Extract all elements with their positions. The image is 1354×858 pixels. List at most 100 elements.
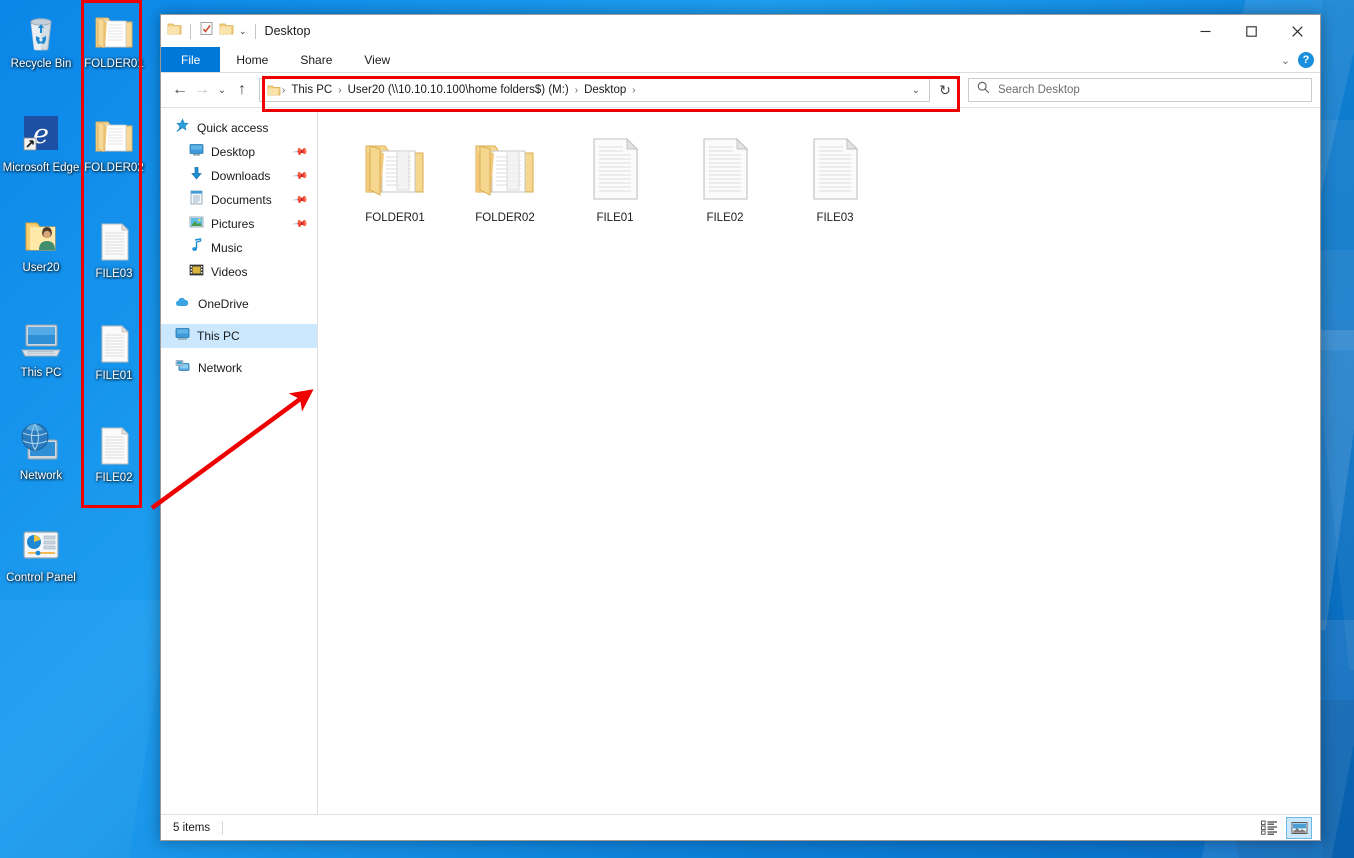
file-icon <box>83 318 145 366</box>
desktop-icon-file03[interactable]: FILE03 <box>83 216 145 281</box>
user-folder-icon <box>2 210 80 258</box>
folder-icon[interactable] <box>167 22 182 41</box>
sidebar-item-this-pc[interactable]: This PC <box>161 324 317 348</box>
file-item-label: FILE01 <box>596 212 634 224</box>
pin-icon[interactable]: 📌 <box>291 168 308 184</box>
tab-share[interactable]: Share <box>284 47 348 72</box>
sidebar-item-quick-access[interactable]: Quick access <box>161 116 317 140</box>
desktop-icon-label: Microsoft Edge <box>2 162 80 174</box>
sidebar-item-network[interactable]: Network <box>161 356 317 380</box>
toolbar-separator <box>190 23 191 39</box>
address-toolbar: ← → ⌄ ↑ › This PC › User20 (\\10.10.10.1… <box>161 73 1320 107</box>
file-item-file01[interactable]: FILE01 <box>560 126 670 228</box>
desktop-icon-label: FOLDER02 <box>84 162 144 174</box>
search-box[interactable] <box>968 78 1312 102</box>
address-bar[interactable]: › This PC › User20 (\\10.10.10.100\home … <box>259 78 930 102</box>
sidebar-item-music[interactable]: Music <box>161 236 317 260</box>
desktop-icon-recycle-bin[interactable]: Recycle Bin <box>2 6 80 71</box>
quick-access-toolbar: ⌄ <box>161 21 259 41</box>
desktop-icon-microsoft-edge[interactable]: e Microsoft Edge <box>2 110 80 175</box>
properties-icon[interactable] <box>199 21 214 41</box>
file-icon <box>83 420 145 468</box>
desktop-icon-user20[interactable]: User20 <box>2 210 80 275</box>
sidebar-item-downloads[interactable]: Downloads 📌 <box>161 164 317 188</box>
breadcrumb-user20[interactable]: User20 (\\10.10.10.100\home folders$) (M… <box>343 84 574 96</box>
desktop-icon-file02[interactable]: FILE02 <box>83 420 145 485</box>
file-item-file03[interactable]: FILE03 <box>780 126 890 228</box>
file-grid: FOLDER01 FOLDER02 FILE01 FILE02 FILE03 <box>340 126 1320 228</box>
breadcrumb-desktop[interactable]: Desktop <box>579 84 631 96</box>
address-dropdown-icon[interactable]: ⌄ <box>905 85 927 96</box>
title-bar[interactable]: ⌄ Desktop <box>161 15 1320 47</box>
breadcrumb: › This PC › User20 (\\10.10.10.100\home … <box>265 84 905 97</box>
refresh-icon: ↻ <box>939 81 951 98</box>
close-button[interactable] <box>1274 15 1320 47</box>
desktop-icon-label: Control Panel <box>6 572 76 584</box>
tab-view[interactable]: View <box>348 47 406 72</box>
desktop-icon-folder01[interactable]: FOLDER01 <box>83 6 145 71</box>
file-list-pane[interactable]: FOLDER01 FOLDER02 FILE01 FILE02 FILE03 <box>318 108 1320 814</box>
desktop-icon-network[interactable]: Network <box>2 418 80 483</box>
desktop-icon-label: FILE01 <box>95 370 133 382</box>
refresh-button[interactable]: ↻ <box>930 78 960 102</box>
file-item-file02[interactable]: FILE02 <box>670 126 780 228</box>
onedrive-icon <box>175 295 191 313</box>
desktop-icon-folder02[interactable]: FOLDER02 <box>83 110 145 175</box>
up-button[interactable]: ↑ <box>231 77 253 103</box>
chevron-down-icon[interactable]: ⌄ <box>1281 54 1290 67</box>
videos-icon <box>189 263 204 282</box>
sidebar-item-label: OneDrive <box>198 297 249 311</box>
desktop-icon-label: FILE02 <box>95 472 133 484</box>
file-icon <box>670 132 780 208</box>
downloads-icon <box>189 166 204 186</box>
sidebar-item-label: Desktop <box>211 145 256 159</box>
large-icons-view-button[interactable] <box>1286 816 1312 839</box>
search-icon <box>977 81 990 99</box>
file-item-label: FOLDER01 <box>365 212 425 224</box>
maximize-button[interactable] <box>1228 15 1274 47</box>
pin-icon[interactable]: 📌 <box>291 192 308 208</box>
minimize-button[interactable] <box>1182 15 1228 47</box>
desktop-icon-label: FILE03 <box>95 268 133 280</box>
desktop-icon-this-pc[interactable]: This PC <box>2 315 80 380</box>
recent-locations-button[interactable]: ⌄ <box>213 77 231 103</box>
customize-dropdown-icon[interactable]: ⌄ <box>239 26 247 37</box>
desktop-icon-label: FOLDER01 <box>84 58 144 70</box>
file-item-folder01[interactable]: FOLDER01 <box>340 126 450 228</box>
pin-icon[interactable]: 📌 <box>291 144 308 160</box>
file-item-label: FILE03 <box>816 212 854 224</box>
ribbon-tab-bar: File Home Share View ⌄ ? <box>161 47 1320 73</box>
tab-file[interactable]: File <box>161 47 221 72</box>
file-item-folder02[interactable]: FOLDER02 <box>450 126 560 228</box>
tab-home[interactable]: Home <box>220 47 284 72</box>
new-folder-icon[interactable] <box>219 22 234 41</box>
search-input[interactable] <box>998 84 1311 96</box>
file-item-label: FOLDER02 <box>475 212 535 224</box>
sidebar-item-documents[interactable]: Documents 📌 <box>161 188 317 212</box>
file-item-label: FILE02 <box>706 212 744 224</box>
forward-button[interactable]: → <box>191 77 213 103</box>
sidebar-item-desktop[interactable]: Desktop 📌 <box>161 140 317 164</box>
navigation-pane: Quick access Desktop 📌 Downloads 📌 Docum… <box>161 108 318 814</box>
sidebar-item-videos[interactable]: Videos <box>161 260 317 284</box>
recycle-bin-icon <box>2 6 80 54</box>
back-button[interactable]: ← <box>169 77 191 103</box>
documents-icon <box>189 190 204 210</box>
breadcrumb-separator[interactable]: › <box>631 85 636 96</box>
status-bar: 5 items <box>161 814 1320 840</box>
breadcrumb-this-pc[interactable]: This PC <box>286 84 337 96</box>
help-icon[interactable]: ? <box>1298 52 1314 68</box>
this-pc-icon <box>175 327 190 346</box>
desktop-icon-label: Network <box>19 470 63 482</box>
sidebar-item-onedrive[interactable]: OneDrive <box>161 292 317 316</box>
desktop-icon-control-panel[interactable]: Control Panel <box>0 520 82 585</box>
pin-icon[interactable]: 📌 <box>291 216 308 232</box>
desktop-icon-file01[interactable]: FILE01 <box>83 318 145 383</box>
star-pin-icon <box>175 118 190 138</box>
details-view-button[interactable] <box>1256 817 1282 839</box>
file-explorer-window: ⌄ Desktop File Home Share View ⌄ ? ← → ⌄… <box>160 14 1321 841</box>
sidebar-item-pictures[interactable]: Pictures 📌 <box>161 212 317 236</box>
file-icon <box>83 216 145 264</box>
